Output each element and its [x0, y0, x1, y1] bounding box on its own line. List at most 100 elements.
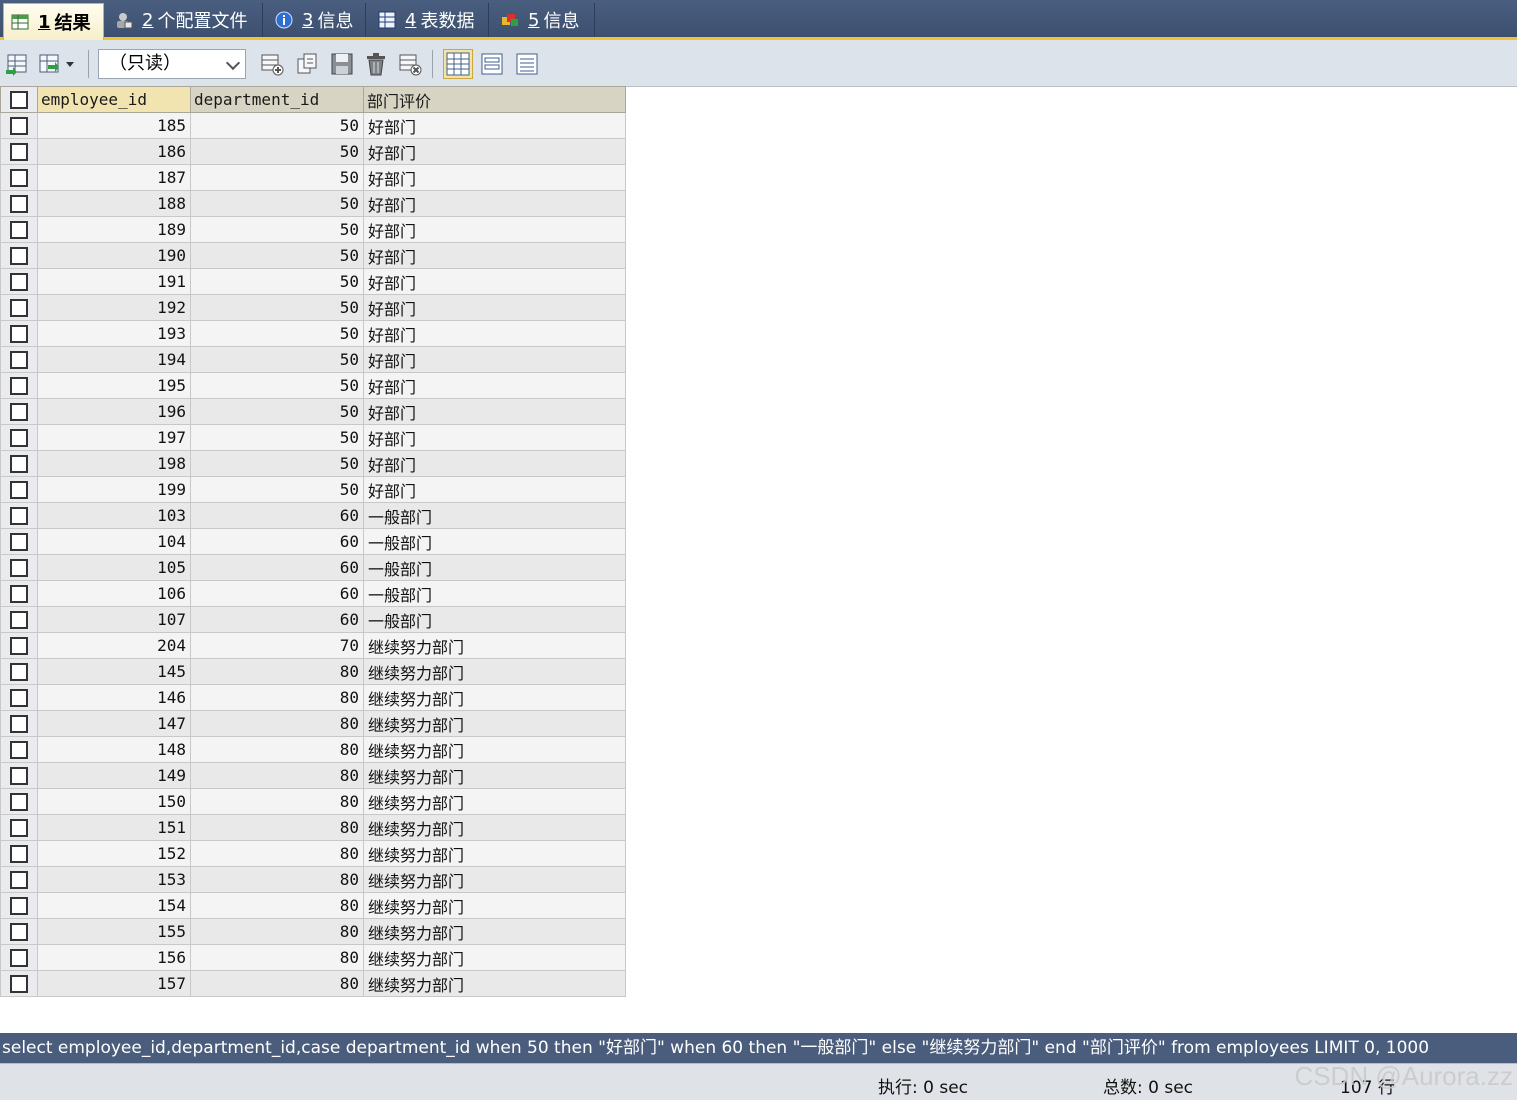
cell-department-id[interactable]: 80: [190, 944, 364, 971]
row-checkbox[interactable]: [0, 710, 38, 737]
cell-department-id[interactable]: 80: [190, 788, 364, 815]
row-checkbox[interactable]: [0, 268, 38, 295]
cell-dept-rating[interactable]: 好部门: [363, 164, 626, 191]
add-row-icon[interactable]: [259, 51, 285, 77]
table-row[interactable]: 105 60 一般部门: [0, 554, 626, 581]
save-icon[interactable]: [329, 51, 355, 77]
cell-dept-rating[interactable]: 好部门: [363, 424, 626, 451]
table-row[interactable]: 147 80 继续努力部门: [0, 710, 626, 737]
row-checkbox[interactable]: [0, 242, 38, 269]
row-checkbox[interactable]: [0, 320, 38, 347]
table-row[interactable]: 156 80 继续努力部门: [0, 944, 626, 971]
cell-dept-rating[interactable]: 好部门: [363, 398, 626, 425]
discard-icon[interactable]: [397, 51, 423, 77]
tab-info-2[interactable]: 5 信息: [494, 3, 595, 37]
table-row[interactable]: 146 80 继续努力部门: [0, 684, 626, 711]
table-row[interactable]: 193 50 好部门: [0, 320, 626, 347]
row-checkbox[interactable]: [0, 736, 38, 763]
cell-dept-rating[interactable]: 一般部门: [363, 554, 626, 581]
column-header-department-id[interactable]: department_id: [190, 86, 364, 113]
cell-department-id[interactable]: 50: [190, 450, 364, 477]
cell-dept-rating[interactable]: 好部门: [363, 242, 626, 269]
cell-employee-id[interactable]: 105: [37, 554, 191, 581]
row-checkbox[interactable]: [0, 398, 38, 425]
cell-department-id[interactable]: 80: [190, 892, 364, 919]
table-row[interactable]: 152 80 继续努力部门: [0, 840, 626, 867]
form-view-icon[interactable]: [479, 51, 505, 77]
cell-department-id[interactable]: 80: [190, 684, 364, 711]
row-checkbox[interactable]: [0, 788, 38, 815]
table-row[interactable]: 189 50 好部门: [0, 216, 626, 243]
cell-employee-id[interactable]: 107: [37, 606, 191, 633]
row-checkbox[interactable]: [0, 970, 38, 997]
cell-department-id[interactable]: 50: [190, 372, 364, 399]
cell-dept-rating[interactable]: 一般部门: [363, 606, 626, 633]
row-checkbox[interactable]: [0, 866, 38, 893]
cell-department-id[interactable]: 60: [190, 580, 364, 607]
cell-employee-id[interactable]: 190: [37, 242, 191, 269]
cell-employee-id[interactable]: 187: [37, 164, 191, 191]
cell-department-id[interactable]: 70: [190, 632, 364, 659]
row-checkbox[interactable]: [0, 294, 38, 321]
cell-department-id[interactable]: 50: [190, 216, 364, 243]
cell-employee-id[interactable]: 151: [37, 814, 191, 841]
cell-department-id[interactable]: 50: [190, 476, 364, 503]
cell-employee-id[interactable]: 188: [37, 190, 191, 217]
cell-department-id[interactable]: 60: [190, 528, 364, 555]
cell-department-id[interactable]: 80: [190, 658, 364, 685]
cell-dept-rating[interactable]: 继续努力部门: [363, 918, 626, 945]
cell-dept-rating[interactable]: 继续努力部门: [363, 944, 626, 971]
cell-dept-rating[interactable]: 继续努力部门: [363, 684, 626, 711]
cell-department-id[interactable]: 50: [190, 346, 364, 373]
cell-employee-id[interactable]: 191: [37, 268, 191, 295]
cell-employee-id[interactable]: 145: [37, 658, 191, 685]
cell-department-id[interactable]: 80: [190, 762, 364, 789]
cell-department-id[interactable]: 80: [190, 970, 364, 997]
cell-department-id[interactable]: 50: [190, 242, 364, 269]
table-row[interactable]: 204 70 继续努力部门: [0, 632, 626, 659]
select-all-checkbox[interactable]: [0, 86, 38, 113]
cell-employee-id[interactable]: 194: [37, 346, 191, 373]
row-checkbox[interactable]: [0, 112, 38, 139]
row-checkbox[interactable]: [0, 840, 38, 867]
table-row[interactable]: 195 50 好部门: [0, 372, 626, 399]
column-header-employee-id[interactable]: employee_id: [37, 86, 191, 113]
cell-dept-rating[interactable]: 好部门: [363, 346, 626, 373]
import-icon[interactable]: [38, 51, 78, 77]
cell-dept-rating[interactable]: 好部门: [363, 190, 626, 217]
cell-department-id[interactable]: 80: [190, 710, 364, 737]
row-checkbox[interactable]: [0, 424, 38, 451]
table-row[interactable]: 187 50 好部门: [0, 164, 626, 191]
cell-employee-id[interactable]: 153: [37, 866, 191, 893]
cell-dept-rating[interactable]: 继续努力部门: [363, 632, 626, 659]
cell-employee-id[interactable]: 185: [37, 112, 191, 139]
cell-employee-id[interactable]: 104: [37, 528, 191, 555]
cell-employee-id[interactable]: 195: [37, 372, 191, 399]
tab-results[interactable]: 1 结果: [3, 3, 104, 40]
table-row[interactable]: 154 80 继续努力部门: [0, 892, 626, 919]
export-icon[interactable]: [4, 51, 30, 77]
row-checkbox[interactable]: [0, 658, 38, 685]
table-row[interactable]: 192 50 好部门: [0, 294, 626, 321]
cell-employee-id[interactable]: 186: [37, 138, 191, 165]
row-checkbox[interactable]: [0, 346, 38, 373]
cell-employee-id[interactable]: 149: [37, 762, 191, 789]
table-row[interactable]: 150 80 继续努力部门: [0, 788, 626, 815]
row-checkbox[interactable]: [0, 762, 38, 789]
table-row[interactable]: 188 50 好部门: [0, 190, 626, 217]
tab-table-data[interactable]: 4 表数据: [371, 3, 489, 37]
table-row[interactable]: 197 50 好部门: [0, 424, 626, 451]
cell-dept-rating[interactable]: 好部门: [363, 112, 626, 139]
cell-dept-rating[interactable]: 继续努力部门: [363, 892, 626, 919]
cell-employee-id[interactable]: 199: [37, 476, 191, 503]
column-header-dept-rating[interactable]: 部门评价: [363, 86, 626, 113]
row-checkbox[interactable]: [0, 138, 38, 165]
table-row[interactable]: 145 80 继续努力部门: [0, 658, 626, 685]
cell-employee-id[interactable]: 204: [37, 632, 191, 659]
table-row[interactable]: 186 50 好部门: [0, 138, 626, 165]
row-checkbox[interactable]: [0, 606, 38, 633]
table-row[interactable]: 157 80 继续努力部门: [0, 970, 626, 997]
cell-department-id[interactable]: 50: [190, 112, 364, 139]
cell-department-id[interactable]: 50: [190, 424, 364, 451]
row-checkbox[interactable]: [0, 216, 38, 243]
